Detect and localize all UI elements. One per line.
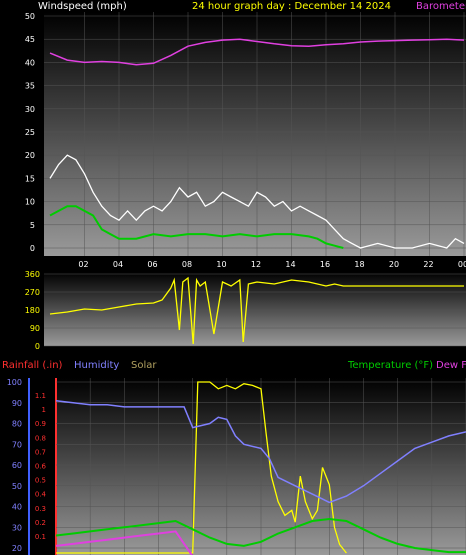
windspeed-panel: 0 5 10 15 20 25 30 35 40 45 50 02 04 06 08 10 12 14 16 18 2… <box>25 12 466 269</box>
humidity-tick-label: 30 <box>12 523 22 532</box>
rainfall-tick-label: 0.8 <box>35 434 46 442</box>
y-tick-label: 90 <box>30 324 40 333</box>
rainfall-tick-label: 0.7 <box>35 448 46 456</box>
x-tick-label: 08 <box>182 260 192 269</box>
humidity-tick-label: 90 <box>12 399 22 408</box>
rainfall-y-ticks: 0.1 0.2 0.3 0.4 0.5 0.6 0.7 0.8 0.9 1 1.1 <box>35 392 47 541</box>
humidity-tick-label: 40 <box>12 503 22 512</box>
y-tick-label: 5 <box>30 221 35 230</box>
y-tick-label: 45 <box>25 35 35 44</box>
rainfall-tick-label: 0.5 <box>35 477 46 485</box>
windspeed-y-ticks: 0 5 10 15 20 25 30 35 40 45 50 <box>25 12 35 253</box>
humidity-tick-label: 20 <box>12 544 22 553</box>
windspeed-label: Windspeed (mph) <box>38 1 127 12</box>
y-tick-label: 35 <box>25 82 35 91</box>
x-tick-label: 16 <box>320 260 330 269</box>
legend-dew: Dew F <box>436 360 466 371</box>
y-tick-label: 0 <box>35 342 40 351</box>
legend-humidity: Humidity <box>74 360 119 371</box>
rainfall-tick-label: 1 <box>42 406 46 414</box>
y-tick-label: 30 <box>25 105 35 114</box>
y-tick-label: 0 <box>30 244 35 253</box>
windspeed-x-ticks: 02 04 06 08 10 12 14 16 18 20 22 00 <box>78 260 466 269</box>
y-tick-label: 270 <box>25 288 40 297</box>
chart-title: 24 hour graph day : December 14 2024 <box>192 1 391 12</box>
direction-panel: 0 90 180 270 360 <box>25 270 466 351</box>
humidity-tick-label: 80 <box>12 420 22 429</box>
rainfall-tick-label: 0.1 <box>35 533 46 541</box>
rainfall-tick-label: 1.1 <box>35 392 46 400</box>
humidity-y-ticks: 20 30 40 50 60 70 80 90 100 <box>7 378 22 553</box>
climate-panel: 2030405060708090100 0.10.20.30.40.50.60.… <box>7 378 466 555</box>
y-tick-label: 40 <box>25 58 35 67</box>
barometer-label: Barometer <box>416 1 466 12</box>
x-tick-label: 06 <box>147 260 157 269</box>
y-tick-label: 50 <box>25 12 35 21</box>
x-tick-label: 22 <box>423 260 433 269</box>
legend-rainfall: Rainfall (.in) <box>2 360 63 371</box>
windspeed-plot-area <box>44 12 466 256</box>
y-tick-label: 20 <box>25 151 35 160</box>
x-tick-label: 10 <box>216 260 226 269</box>
x-tick-label: 14 <box>285 260 295 269</box>
rainfall-tick-label: 0.4 <box>35 491 47 499</box>
y-tick-label: 10 <box>25 198 35 207</box>
x-tick-label: 12 <box>251 260 261 269</box>
legend-temperature: Temperature (°F) <box>347 360 433 371</box>
x-tick-label: 04 <box>113 260 123 269</box>
rainfall-tick-label: 0.2 <box>35 519 46 527</box>
direction-y-ticks: 0 90 180 270 360 <box>25 270 40 351</box>
x-tick-label: 18 <box>354 260 364 269</box>
x-tick-label: 02 <box>78 260 88 269</box>
x-tick-label: 00 <box>458 260 466 269</box>
humidity-tick-label: 100 <box>7 378 22 387</box>
y-tick-label: 360 <box>25 270 40 279</box>
rainfall-tick-label: 0.6 <box>35 463 47 471</box>
y-tick-label: 180 <box>25 306 40 315</box>
legend-solar: Solar <box>131 360 157 371</box>
y-tick-label: 15 <box>25 174 35 183</box>
weather-chart: 05101520253035404550 02 04 06 08 10 12 14 16 18 2… <box>2 1 466 555</box>
rainfall-tick-label: 0.3 <box>35 505 46 513</box>
x-tick-label: 20 <box>389 260 399 269</box>
y-tick-label: 25 <box>25 128 35 137</box>
rainfall-tick-label: 0.9 <box>35 420 46 428</box>
humidity-tick-label: 60 <box>12 461 22 470</box>
humidity-tick-label: 70 <box>12 440 22 449</box>
humidity-tick-label: 50 <box>12 482 22 491</box>
